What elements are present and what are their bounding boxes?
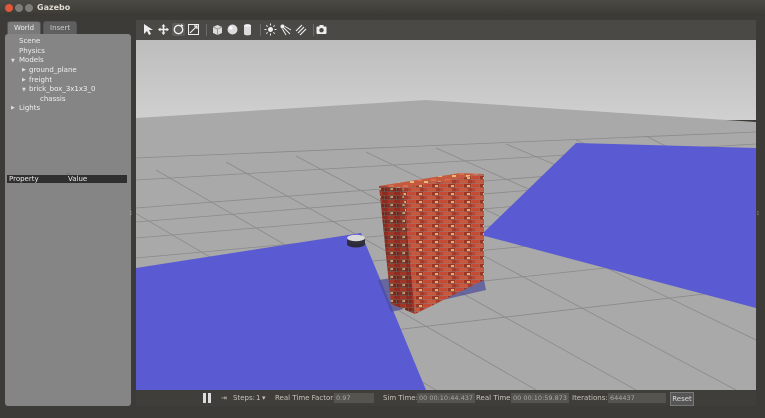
tree-item-freight[interactable]: freight: [29, 76, 52, 84]
sim-time-value: 00 00:10:44.437: [417, 393, 475, 403]
pause-icon[interactable]: [202, 393, 212, 403]
expanded-arrow-icon[interactable]: ▼: [11, 58, 15, 64]
tree-item-chassis[interactable]: chassis: [40, 95, 65, 103]
collapsed-arrow-icon[interactable]: ▶: [22, 67, 26, 73]
rotate-icon[interactable]: [172, 23, 185, 36]
maximize-window-button[interactable]: [25, 4, 33, 12]
toolbar-separator: [313, 24, 314, 36]
world-tree: Scene Physics ▼ Models ▶ ground_plane ▶ …: [5, 34, 131, 406]
step-forward-icon[interactable]: ⇥: [221, 394, 227, 402]
steps-label: Steps:: [233, 394, 255, 402]
minimize-window-button[interactable]: [15, 4, 23, 12]
real-time-label: Real Time:: [476, 394, 513, 402]
real-time-factor-value: 0.97: [334, 393, 374, 403]
real-time-value: 00 00:10:59.873: [511, 393, 569, 403]
window-title: Gazebo: [37, 3, 71, 12]
column-property: Property: [9, 175, 39, 183]
box-icon[interactable]: [211, 23, 224, 36]
property-table-header: Property Value: [7, 175, 127, 183]
reset-button[interactable]: Reset: [670, 392, 694, 406]
translate-icon[interactable]: [157, 23, 170, 36]
steps-dropdown-icon[interactable]: ▾: [262, 394, 266, 402]
directional-light-icon[interactable]: [294, 23, 307, 36]
tree-item-models[interactable]: Models: [19, 56, 44, 64]
iterations-value: 644437: [608, 393, 666, 403]
status-bar: ⇥ Steps: 1 ▾ Real Time Factor: 0.97 Sim …: [136, 390, 756, 406]
tree-item-brick-box[interactable]: brick_box_3x1x3_0: [29, 85, 95, 93]
point-light-icon[interactable]: [264, 23, 277, 36]
scale-icon[interactable]: [187, 23, 200, 36]
right-panel-handle-icon[interactable]: ⁝: [757, 210, 759, 217]
spot-light-icon[interactable]: [279, 23, 292, 36]
tab-world[interactable]: World: [7, 21, 42, 35]
collapsed-arrow-icon[interactable]: ▶: [11, 105, 15, 111]
steps-value[interactable]: 1: [256, 394, 260, 402]
screenshot-icon[interactable]: [315, 23, 328, 36]
expanded-arrow-icon[interactable]: ▼: [22, 87, 26, 93]
column-value: Value: [68, 175, 88, 183]
freight-robot[interactable]: [347, 234, 365, 248]
iterations-label: Iterations:: [572, 394, 608, 402]
tab-insert[interactable]: Insert: [43, 21, 78, 35]
collapsed-arrow-icon[interactable]: ▶: [22, 77, 26, 83]
toolbar-separator: [260, 24, 261, 36]
toolbar: [136, 20, 756, 40]
toolbar-separator: [206, 24, 207, 36]
close-window-button[interactable]: [5, 4, 13, 12]
tree-item-ground-plane[interactable]: ground_plane: [29, 66, 77, 74]
scene-render[interactable]: [136, 40, 756, 390]
sphere-icon[interactable]: [226, 23, 239, 36]
select-arrow-icon[interactable]: [142, 23, 155, 36]
tree-item-scene[interactable]: Scene: [19, 37, 40, 45]
3d-viewport[interactable]: [136, 40, 756, 390]
title-bar: Gazebo: [0, 0, 765, 16]
left-panel-handle-icon[interactable]: ⁝: [130, 210, 132, 217]
left-panel: World Insert Scene Physics ▼ Models ▶ gr…: [5, 20, 131, 406]
sim-time-label: Sim Time:: [383, 394, 418, 402]
tree-item-physics[interactable]: Physics: [19, 47, 45, 55]
cylinder-icon[interactable]: [241, 23, 254, 36]
real-time-factor-label: Real Time Factor:: [275, 394, 336, 402]
tree-item-lights[interactable]: Lights: [19, 104, 40, 112]
